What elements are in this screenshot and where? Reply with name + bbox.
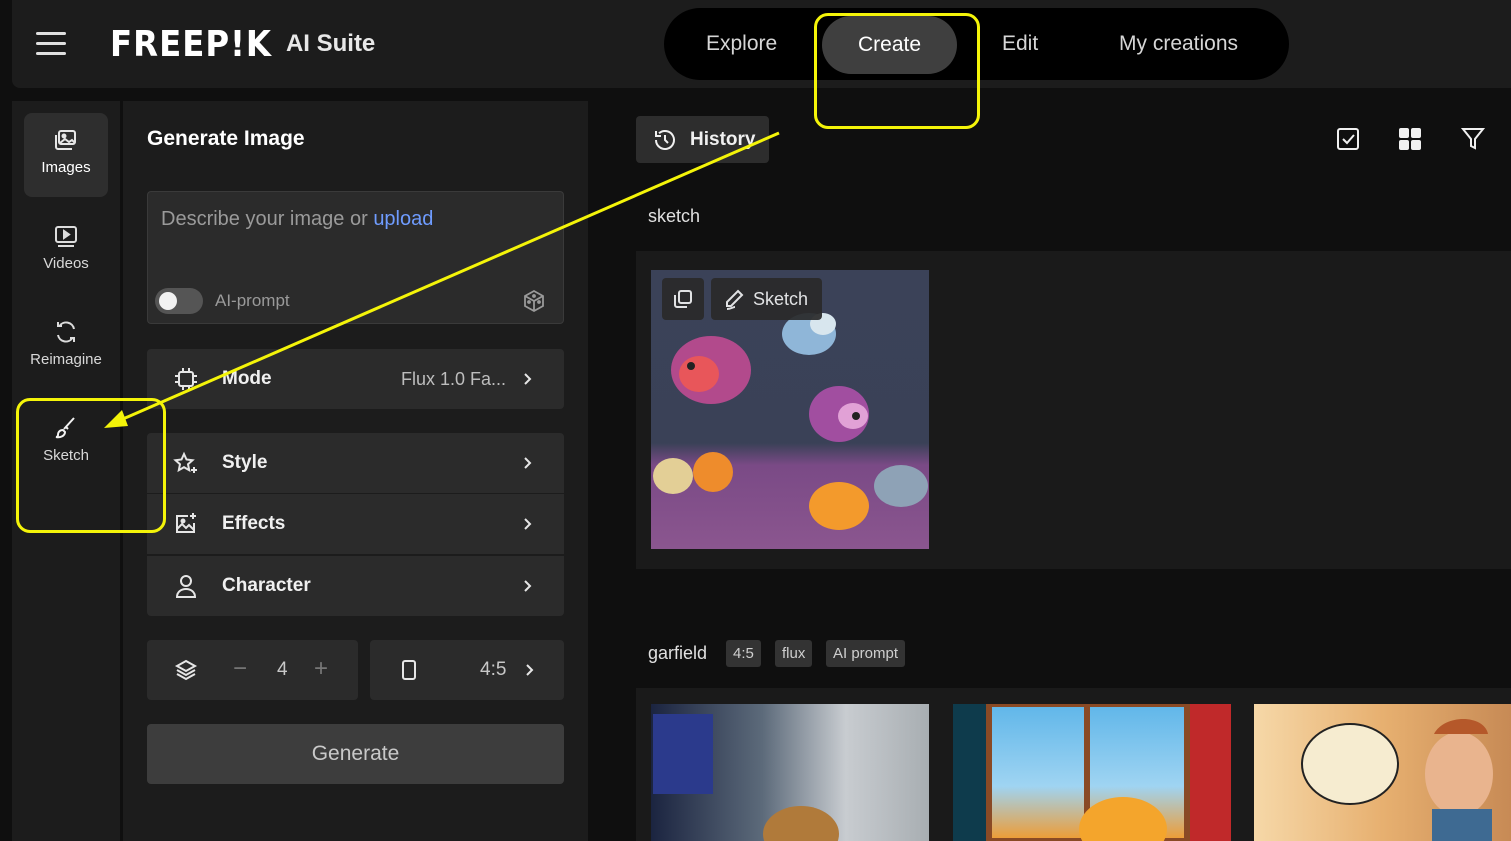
sketch-badge-label: Sketch <box>753 289 809 309</box>
style-label: Style <box>222 452 268 473</box>
upload-link[interactable]: upload <box>373 208 433 230</box>
rail-item-label: Reimagine <box>30 351 102 368</box>
ai-prompt-label: AI-prompt <box>215 291 290 310</box>
highlight-create-tab <box>814 13 980 129</box>
tag-model: flux <box>775 640 813 667</box>
logo-suite-label: AI Suite <box>285 30 376 57</box>
chevron-right-icon <box>524 580 532 592</box>
sketch-badge-button[interactable]: Sketch <box>711 278 822 320</box>
style-selector[interactable]: Style <box>147 433 564 493</box>
user-icon <box>175 575 197 598</box>
aspect-ratio-selector[interactable]: 4:5 <box>370 640 564 700</box>
generated-image-garfield-1[interactable] <box>651 704 929 841</box>
chip-icon <box>175 368 197 390</box>
mode-label: Mode <box>222 368 272 389</box>
layers-icon <box>174 659 198 681</box>
select-checkbox-icon[interactable] <box>1335 126 1361 152</box>
character-label: Character <box>222 575 311 596</box>
highlight-sketch-item <box>16 398 166 533</box>
group-label-sketch: sketch <box>648 206 701 226</box>
prompt-placeholder: Describe your image or upload <box>161 208 433 231</box>
rail-item-label: Images <box>41 159 91 176</box>
logo-wordmark: FREEP!K <box>110 23 272 65</box>
hamburger-menu-icon[interactable] <box>36 32 66 56</box>
grid-view-icon[interactable] <box>1397 126 1423 152</box>
image-sparkle-icon <box>176 513 196 533</box>
panel-title: Generate Image <box>147 127 305 150</box>
chevron-right-icon <box>524 373 532 385</box>
history-label: History <box>690 129 756 150</box>
garfield-comic <box>1301 719 1493 841</box>
video-icon <box>55 226 77 247</box>
tab-explore[interactable]: Explore <box>706 24 777 82</box>
effects-label: Effects <box>222 513 286 534</box>
image-count-value: 4 <box>277 659 288 680</box>
increment-button[interactable]: + <box>314 655 328 683</box>
tab-my-creations[interactable]: My creations <box>1119 24 1238 82</box>
generated-image-garfield-2[interactable] <box>953 704 1231 841</box>
rail-item-label: Videos <box>43 255 89 272</box>
aspect-ratio-value: 4:5 <box>480 659 507 680</box>
dice-icon[interactable] <box>521 288 547 314</box>
garfield-window <box>953 704 1231 841</box>
copy-button[interactable] <box>662 278 704 320</box>
effects-selector[interactable]: Effects <box>147 494 564 554</box>
history-button[interactable]: History <box>636 116 769 163</box>
pen-icon <box>726 289 744 310</box>
tag-ai-prompt: AI prompt <box>826 640 906 667</box>
star-sparkle-icon <box>173 451 197 473</box>
generated-image-garfield-3[interactable] <box>1254 704 1511 841</box>
image-count-stepper: − 4 + <box>147 640 358 700</box>
decrement-button[interactable]: − <box>233 655 247 683</box>
prompt-placeholder-text: Describe your image or <box>161 208 368 230</box>
rail-item-reimagine[interactable]: Reimagine <box>24 305 108 389</box>
rail-item-videos[interactable]: Videos <box>24 209 108 293</box>
ai-prompt-toggle[interactable] <box>155 288 203 314</box>
character-selector[interactable]: Character <box>147 556 564 616</box>
chevron-right-icon <box>526 664 534 676</box>
history-icon <box>655 130 675 150</box>
mode-value: Flux 1.0 Fa... <box>400 369 506 389</box>
filter-icon[interactable] <box>1460 126 1486 152</box>
logo[interactable]: FREEP!K AI Suite <box>110 23 376 65</box>
top-bar: FREEP!K AI Suite Explore Create Edit My … <box>12 0 1511 88</box>
portrait-frame-icon <box>402 660 416 680</box>
generate-panel: Generate Image Describe your image or up… <box>123 101 588 841</box>
refresh-icon <box>57 321 75 343</box>
chevron-right-icon <box>524 457 532 469</box>
chevron-right-icon <box>524 518 532 530</box>
rail-item-images[interactable]: Images <box>24 113 108 197</box>
mode-selector[interactable]: Mode Flux 1.0 Fa... <box>147 349 564 409</box>
group-label-garfield: garfield <box>648 643 708 663</box>
generate-button[interactable]: Generate <box>147 724 564 784</box>
tag-aspect: 4:5 <box>726 640 761 667</box>
tab-edit[interactable]: Edit <box>1002 24 1038 82</box>
copy-icon <box>674 290 692 308</box>
images-icon <box>55 130 76 150</box>
prompt-input[interactable]: Describe your image or upload AI-prompt <box>147 191 564 324</box>
garfield-photo-1 <box>653 714 839 841</box>
